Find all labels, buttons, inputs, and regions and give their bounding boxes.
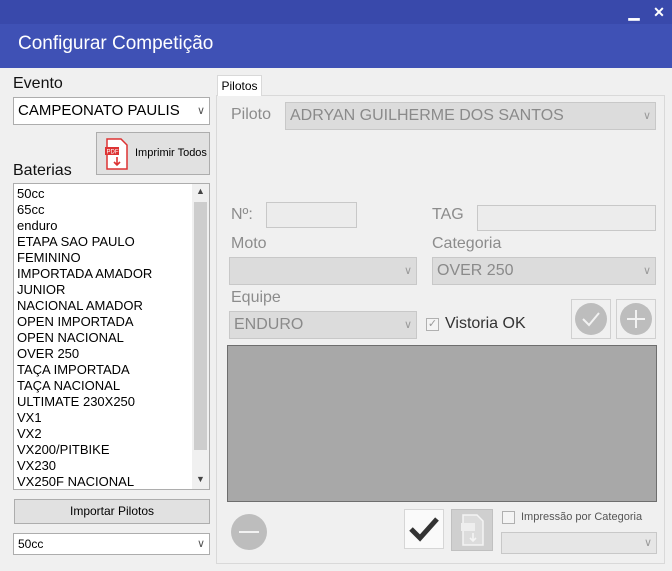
list-item[interactable]: VX2 bbox=[14, 426, 209, 442]
piloto-select[interactable]: ADRYAN GUILHERME DOS SANTOS ∨ bbox=[285, 102, 656, 130]
categoria-select-value: OVER 250 bbox=[437, 262, 514, 279]
piloto-label: Piloto bbox=[231, 106, 272, 123]
chevron-down-icon: ∨ bbox=[643, 537, 652, 549]
list-item[interactable]: OPEN IMPORTADA bbox=[14, 314, 209, 330]
list-item[interactable]: VX200/PITBIKE bbox=[14, 442, 209, 458]
list-item[interactable]: ETAPA SAO PAULO bbox=[14, 234, 209, 250]
imprimir-todos-label: Imprimir Todos bbox=[135, 147, 207, 159]
chevron-down-icon: ∨ bbox=[196, 538, 205, 550]
chevron-down-icon: ∨ bbox=[642, 265, 651, 277]
tag-label: TAG bbox=[432, 206, 464, 223]
evento-select-value: CAMPEONATO PAULIS bbox=[18, 102, 180, 119]
scroll-up-icon[interactable]: ▲ bbox=[192, 186, 209, 196]
list-item[interactable]: OPEN NACIONAL bbox=[14, 330, 209, 346]
tab-pilotos[interactable]: Pilotos bbox=[217, 75, 262, 96]
add-button[interactable] bbox=[616, 299, 656, 339]
chevron-down-icon: ∨ bbox=[403, 319, 412, 331]
categoria-select[interactable]: OVER 250 ∨ bbox=[432, 257, 656, 285]
imprimir-todos-button[interactable]: PDF Imprimir Todos bbox=[96, 132, 210, 175]
list-item[interactable]: ULTIMATE 230X250 bbox=[14, 394, 209, 410]
list-item[interactable]: 65cc bbox=[14, 202, 209, 218]
bateria-select-value: 50cc bbox=[18, 537, 44, 551]
list-item[interactable]: NACIONAL AMADOR bbox=[14, 298, 209, 314]
moto-select[interactable]: ∨ bbox=[229, 257, 417, 285]
plus-circle-icon bbox=[620, 303, 652, 335]
impressao-checkbox[interactable] bbox=[502, 511, 515, 524]
print-button[interactable] bbox=[451, 509, 493, 551]
impressao-categoria-select[interactable]: ∨ bbox=[501, 532, 657, 554]
list-item[interactable]: 50cc bbox=[14, 186, 209, 202]
scroll-thumb[interactable] bbox=[194, 202, 207, 450]
scroll-down-icon[interactable]: ▼ bbox=[192, 474, 209, 484]
list-item[interactable]: TAÇA IMPORTADA bbox=[14, 362, 209, 378]
vistoria-checkbox[interactable]: ✓ bbox=[426, 318, 439, 331]
moto-label: Moto bbox=[231, 235, 267, 252]
list-item[interactable]: FEMININO bbox=[14, 250, 209, 266]
list-scrollbar[interactable]: ▲ ▼ bbox=[192, 184, 209, 489]
window-title: Configurar Competição bbox=[18, 33, 214, 54]
chevron-down-icon: ∨ bbox=[403, 265, 412, 277]
title-bar: ▁ ✕ Configurar Competição bbox=[0, 0, 672, 68]
title-bar-strip bbox=[0, 0, 672, 24]
baterias-list[interactable]: 50cc 65cc enduro ETAPA SAO PAULO FEMININ… bbox=[13, 183, 210, 490]
pilotos-grid[interactable] bbox=[227, 345, 657, 502]
evento-label: Evento bbox=[13, 75, 63, 92]
confirm-button[interactable] bbox=[571, 299, 611, 339]
save-button[interactable] bbox=[404, 509, 444, 549]
list-item[interactable]: VX230 bbox=[14, 458, 209, 474]
equipe-label: Equipe bbox=[231, 289, 281, 306]
list-item[interactable]: JUNIOR bbox=[14, 282, 209, 298]
equipe-select[interactable]: ENDURO ∨ bbox=[229, 311, 417, 339]
numero-label: Nº: bbox=[231, 206, 253, 223]
piloto-select-value: ADRYAN GUILHERME DOS SANTOS bbox=[290, 107, 564, 124]
svg-text:PDF: PDF bbox=[107, 150, 119, 156]
checkmark-icon bbox=[409, 517, 439, 542]
list-item[interactable]: VX1 bbox=[14, 410, 209, 426]
list-item[interactable]: VX250F NACIONAL bbox=[14, 474, 209, 489]
chevron-down-icon: ∨ bbox=[196, 105, 205, 117]
tag-input[interactable] bbox=[477, 205, 656, 231]
minus-circle-icon bbox=[231, 514, 267, 550]
remove-button[interactable] bbox=[229, 512, 269, 552]
pdf-print-icon bbox=[461, 514, 484, 546]
close-button[interactable]: ✕ bbox=[648, 2, 670, 22]
vistoria-label: Vistoria OK bbox=[445, 315, 526, 332]
chevron-down-icon: ∨ bbox=[642, 110, 651, 122]
equipe-select-value: ENDURO bbox=[234, 316, 304, 333]
pdf-print-icon: PDF bbox=[105, 138, 128, 170]
list-item[interactable]: enduro bbox=[14, 218, 209, 234]
impressao-label: Impressão por Categoria bbox=[521, 511, 643, 523]
evento-select[interactable]: CAMPEONATO PAULIS ∨ bbox=[13, 97, 210, 125]
bateria-select[interactable]: 50cc ∨ bbox=[13, 533, 210, 555]
check-circle-icon bbox=[575, 303, 607, 335]
importar-pilotos-button[interactable]: Importar Pilotos bbox=[14, 499, 210, 524]
categoria-label: Categoria bbox=[432, 235, 502, 252]
list-item[interactable]: OVER 250 bbox=[14, 346, 209, 362]
baterias-label: Baterias bbox=[13, 162, 72, 179]
list-item[interactable]: IMPORTADA AMADOR bbox=[14, 266, 209, 282]
numero-input[interactable] bbox=[266, 202, 357, 228]
minimize-button[interactable]: ▁ bbox=[623, 2, 645, 22]
list-item[interactable]: TAÇA NACIONAL bbox=[14, 378, 209, 394]
